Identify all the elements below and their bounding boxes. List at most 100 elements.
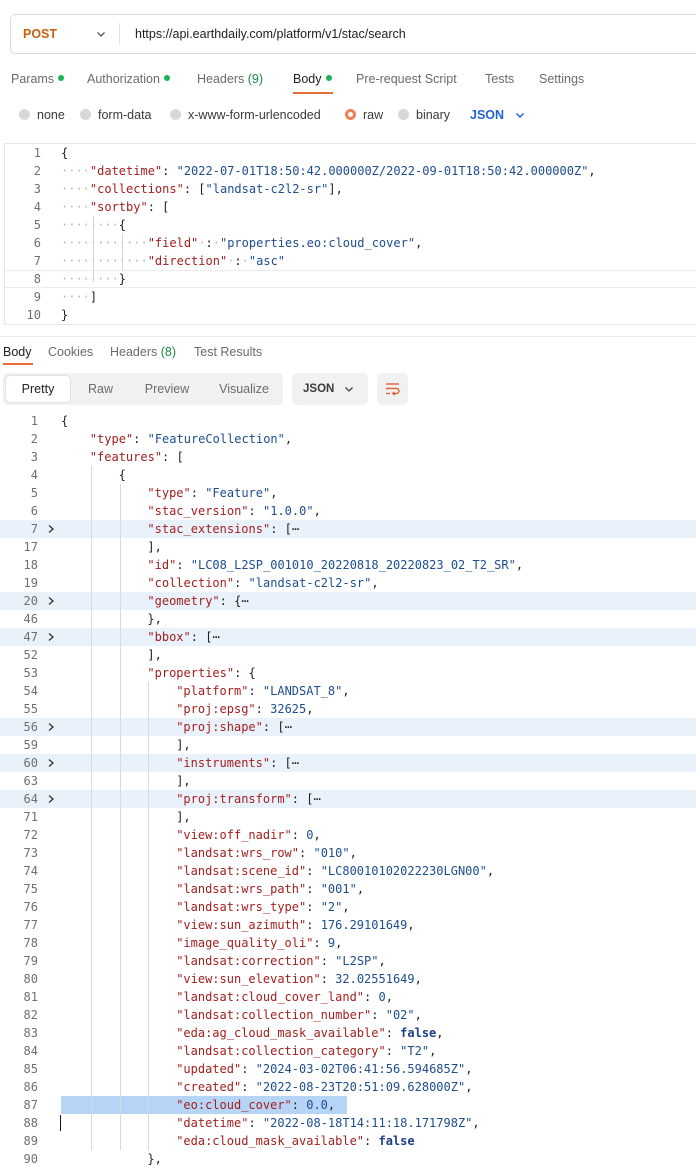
chevron-right-icon[interactable] xyxy=(46,794,56,804)
tab-body[interactable]: Body xyxy=(293,66,332,92)
whitespace-marker: ···· xyxy=(61,182,90,196)
line-number: 47 xyxy=(23,630,38,644)
tab-label: Authorization xyxy=(87,72,160,86)
json-punctuation: }, xyxy=(147,612,162,626)
json-string: "Feature" xyxy=(205,486,271,500)
line-content: "landsat:correction": "L2SP", xyxy=(176,952,386,970)
line-number: 76 xyxy=(23,900,38,914)
view-visualize-button[interactable]: Visualize xyxy=(207,376,281,402)
chevron-down-icon[interactable] xyxy=(514,109,526,121)
tab-authorization[interactable]: Authorization xyxy=(87,66,170,92)
chevron-right-icon[interactable] xyxy=(46,758,56,768)
line-content: ············"field"·:·"properties.eo:clo… xyxy=(61,234,422,252)
json-punctuation: , xyxy=(414,1008,422,1022)
json-punctuation: , xyxy=(327,1098,336,1112)
code-line: 1{ xyxy=(5,144,696,162)
json-punctuation: , xyxy=(515,558,524,572)
chevron-right-icon[interactable] xyxy=(46,722,56,732)
code-line: 82 "landsat:collection_number": "02", xyxy=(0,1006,696,1024)
json-punctuation: , xyxy=(342,684,350,698)
tab-settings[interactable]: Settings xyxy=(539,66,584,92)
code-line: 7 "stac_extensions": [⋯ xyxy=(0,520,696,538)
radio-binary[interactable]: binary xyxy=(398,103,450,127)
json-string: "2022-07-01T18:50:42.000000Z/2022-09-01T… xyxy=(176,164,589,178)
divider xyxy=(119,23,120,45)
active-tab-underline xyxy=(3,363,33,365)
line-content: ····"sortby": [ xyxy=(61,198,169,216)
line-number: 73 xyxy=(23,846,38,860)
line-content: "geometry": {⋯ xyxy=(147,592,248,610)
body-format-select[interactable]: JSON xyxy=(470,103,504,127)
http-method-select[interactable]: POST xyxy=(23,15,57,53)
code-line: 18 "id": "LC08_L2SP_001010_20220818_20220… xyxy=(0,556,696,574)
json-punctuation: , xyxy=(465,1062,473,1076)
response-tab-body[interactable]: Body xyxy=(3,341,32,363)
chevron-right-icon[interactable] xyxy=(46,632,56,642)
line-content: "id": "LC08_L2SP_001010_20220818_2022082… xyxy=(147,556,523,574)
response-format-select[interactable]: JSON xyxy=(292,373,368,405)
line-content: ············"direction"·:·"asc" xyxy=(61,252,285,270)
tab-label: Headers xyxy=(110,345,158,359)
tab-tests[interactable]: Tests xyxy=(485,66,514,92)
json-punctuation: : xyxy=(248,684,263,698)
json-punctuation: , xyxy=(270,486,278,500)
view-preview-button[interactable]: Preview xyxy=(131,376,203,402)
chevron-right-icon[interactable] xyxy=(46,524,56,534)
wrap-lines-button[interactable] xyxy=(377,373,408,405)
radio-form-data[interactable]: form-data xyxy=(80,103,152,127)
json-key: "collection" xyxy=(147,576,235,590)
json-string: "010" xyxy=(313,846,350,860)
json-string: "1.0.0" xyxy=(263,504,314,518)
json-key: "geometry" xyxy=(147,594,220,608)
line-number: 59 xyxy=(23,738,38,752)
line-number: 3 xyxy=(30,450,38,464)
code-line: 56 "proj:shape": [⋯ xyxy=(0,718,696,736)
chevron-right-icon[interactable] xyxy=(46,596,56,606)
code-line: 10} xyxy=(5,306,696,324)
radio-x-www-form-urlencoded[interactable]: x-www-form-urlencoded xyxy=(170,103,321,127)
request-body-editor[interactable]: 1{2 ····"datetime": "2022-07-01T18:50:42.… xyxy=(4,143,696,325)
radio-unselected-icon xyxy=(398,109,409,120)
indent-guide xyxy=(93,216,94,282)
json-punctuation: : xyxy=(306,900,321,914)
line-number: 53 xyxy=(23,666,38,680)
whitespace-marker: ············ xyxy=(61,236,148,250)
json-key: "type" xyxy=(89,432,134,446)
json-key: "landsat:correction" xyxy=(176,954,321,968)
radio-raw[interactable]: raw xyxy=(345,103,383,127)
json-key: "features" xyxy=(89,450,163,464)
response-tab-test-results[interactable]: Test Results xyxy=(194,341,262,363)
json-punctuation: : xyxy=(190,486,206,500)
url-input[interactable]: https://api.earthdaily.com/platform/v1/s… xyxy=(135,15,406,53)
json-string: "2022-08-23T20:51:09.628000Z" xyxy=(255,1080,466,1094)
tab-count: (8) xyxy=(160,345,177,359)
view-pretty-button[interactable]: Pretty xyxy=(6,376,70,402)
response-tab-cookies[interactable]: Cookies xyxy=(48,341,93,363)
radio-none[interactable]: none xyxy=(19,103,65,127)
code-line: 17], xyxy=(0,538,696,556)
line-content: "created": "2022-08-23T20:51:09.628000Z"… xyxy=(176,1078,472,1096)
tab-headers[interactable]: Headers (9) xyxy=(197,66,263,92)
line-number: 80 xyxy=(23,972,38,986)
json-punctuation: : xyxy=(385,1026,401,1040)
tab-params[interactable]: Params xyxy=(11,66,65,92)
json-punctuation: : [ xyxy=(162,450,184,464)
tab-pre-request-script[interactable]: Pre-request Script xyxy=(356,66,457,92)
line-content: "view:sun_azimuth": 176.29101649, xyxy=(176,916,414,934)
response-tab-headers[interactable]: Headers (8) xyxy=(110,341,176,363)
line-number: 54 xyxy=(23,684,38,698)
radio-label: raw xyxy=(363,108,384,122)
collapsed-ellipsis: ⋯ xyxy=(241,594,249,608)
response-body-viewer[interactable]: 1{2 "type": "FeatureCollection", 3 "feature… xyxy=(0,412,696,1170)
code-line: 84 "landsat:collection_category": "T2", xyxy=(0,1042,696,1060)
code-line: 81 "landsat:cloud_cover_land": 0, xyxy=(0,988,696,1006)
json-key: "proj:epsg" xyxy=(176,702,256,716)
code-line: 2 ····"datetime": "2022-07-01T18:50:42.00… xyxy=(5,162,696,180)
line-number: 46 xyxy=(23,612,38,626)
line-content: "proj:transform": [⋯ xyxy=(176,790,321,808)
view-raw-button[interactable]: Raw xyxy=(73,376,128,402)
json-string: "2" xyxy=(320,900,343,914)
json-punctuation: ], xyxy=(176,774,191,788)
json-string: "FeatureCollection" xyxy=(147,432,285,446)
chevron-down-icon[interactable] xyxy=(95,28,107,40)
